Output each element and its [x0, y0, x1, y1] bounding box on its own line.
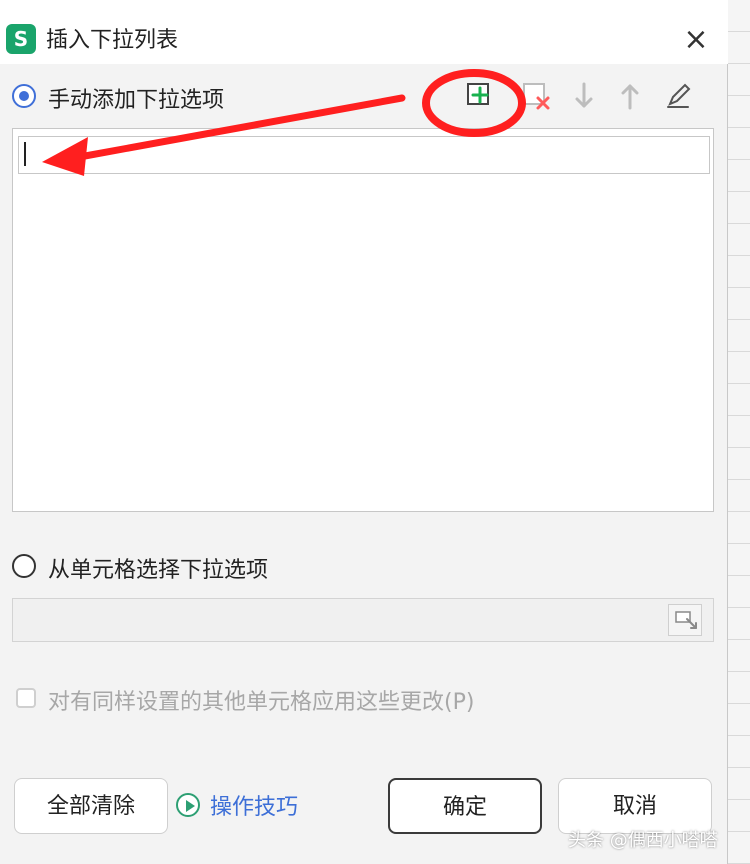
- dialog-titlebar: S 插入下拉列表 ×: [0, 0, 728, 64]
- clear-all-button[interactable]: 全部清除: [14, 778, 168, 834]
- from-cells-radio[interactable]: [12, 554, 36, 578]
- edit-item-icon[interactable]: [660, 78, 696, 114]
- dropdown-options-list[interactable]: [12, 128, 714, 512]
- operation-tips-label: 操作技巧: [210, 795, 299, 820]
- move-up-icon[interactable]: [612, 78, 648, 114]
- apply-same-settings-checkbox[interactable]: [16, 688, 36, 708]
- play-circle-icon: [176, 793, 200, 817]
- insert-dropdown-dialog: S 插入下拉列表 × 手动添加下拉选项 从单元格选择下拉选项 对有同样设置的其他…: [0, 0, 728, 864]
- app-logo-icon: S: [6, 24, 36, 54]
- new-option-input[interactable]: [18, 136, 710, 174]
- cell-range-picker-icon[interactable]: [668, 604, 702, 636]
- move-down-icon[interactable]: [566, 78, 602, 114]
- from-cells-label: 从单元格选择下拉选项: [48, 558, 269, 583]
- watermark-text: 头条 @偶西小嗒嗒: [568, 830, 718, 851]
- cell-range-input: [12, 598, 714, 642]
- dialog-title: 插入下拉列表: [46, 28, 179, 53]
- manual-options-radio[interactable]: [12, 84, 36, 108]
- spreadsheet-background: S 插入下拉列表 × 手动添加下拉选项 从单元格选择下拉选项 对有同样设置的其他…: [0, 0, 750, 864]
- ok-button[interactable]: 确定: [388, 778, 542, 834]
- text-caret: [24, 142, 26, 166]
- add-item-icon[interactable]: [462, 78, 498, 114]
- operation-tips-link[interactable]: 操作技巧: [176, 788, 298, 822]
- delete-item-icon[interactable]: [518, 78, 554, 114]
- close-icon[interactable]: ×: [676, 22, 716, 58]
- manual-options-label: 手动添加下拉选项: [48, 88, 225, 113]
- apply-same-settings-label: 对有同样设置的其他单元格应用这些更改(P): [48, 690, 475, 715]
